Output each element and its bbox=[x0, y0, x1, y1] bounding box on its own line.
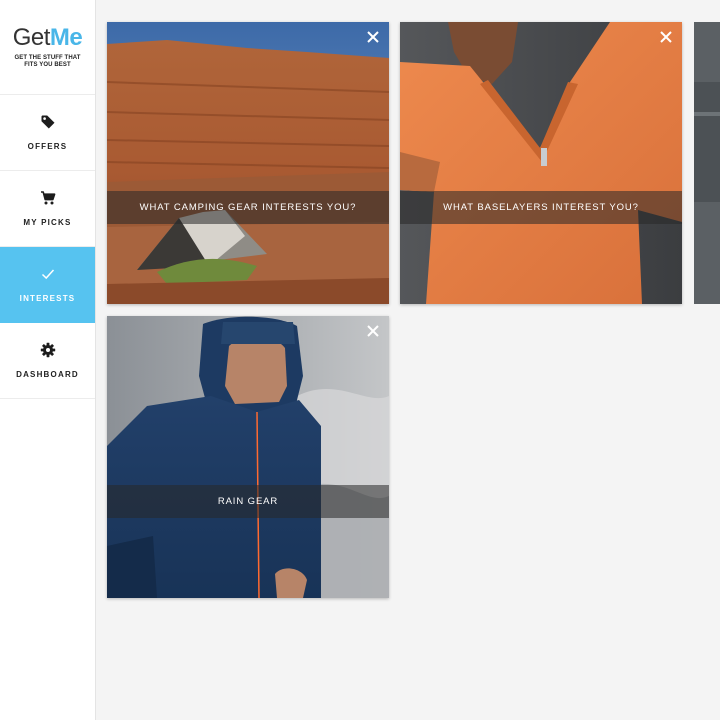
cart-icon bbox=[40, 191, 55, 205]
card-caption: WHAT CAMPING GEAR INTERESTS YOU? bbox=[107, 191, 389, 224]
card-caption: WHAT BASELAYERS INTEREST YOU? bbox=[400, 191, 682, 224]
sidebar: GetMe GET THE STUFF THAT FITS YOU BEST O… bbox=[0, 0, 96, 720]
interest-card-partial[interactable] bbox=[694, 22, 720, 304]
interest-card-rain-gear[interactable]: RAIN GEAR bbox=[107, 316, 389, 598]
nav-label: INTERESTS bbox=[19, 294, 76, 303]
logo[interactable]: GetMe GET THE STUFF THAT FITS YOU BEST bbox=[0, 0, 95, 95]
card-title: WHAT BASELAYERS INTEREST YOU? bbox=[443, 202, 639, 213]
close-icon[interactable] bbox=[659, 30, 673, 44]
nav-item-dashboard[interactable]: DASHBOARD bbox=[0, 323, 95, 399]
interest-card-camping-gear[interactable]: WHAT CAMPING GEAR INTERESTS YOU? bbox=[107, 22, 389, 304]
camping-tent-image bbox=[107, 22, 389, 304]
close-icon[interactable] bbox=[366, 324, 380, 338]
card-caption: RAIN GEAR bbox=[107, 485, 389, 518]
nav-item-my-picks[interactable]: MY PICKS bbox=[0, 171, 95, 247]
partial-card-image bbox=[694, 22, 720, 304]
close-icon[interactable] bbox=[366, 30, 380, 44]
card-title: WHAT CAMPING GEAR INTERESTS YOU? bbox=[139, 202, 357, 213]
tag-icon bbox=[41, 115, 54, 129]
check-icon bbox=[41, 269, 54, 280]
nav-label: OFFERS bbox=[27, 142, 68, 151]
tagline: GET THE STUFF THAT FITS YOU BEST bbox=[14, 55, 81, 68]
gear-icon bbox=[40, 342, 55, 358]
nav-label: DASHBOARD bbox=[16, 370, 79, 379]
nav-item-interests[interactable]: INTERESTS bbox=[0, 247, 95, 323]
rain-gear-image bbox=[107, 316, 389, 598]
nav-label: MY PICKS bbox=[23, 218, 72, 227]
logo-wordmark: GetMe bbox=[12, 24, 83, 51]
baselayer-shirt-image bbox=[400, 22, 682, 304]
card-title: RAIN GEAR bbox=[217, 496, 279, 507]
interest-card-baselayers[interactable]: WHAT BASELAYERS INTEREST YOU? bbox=[400, 22, 682, 304]
nav-item-offers[interactable]: OFFERS bbox=[0, 95, 95, 171]
